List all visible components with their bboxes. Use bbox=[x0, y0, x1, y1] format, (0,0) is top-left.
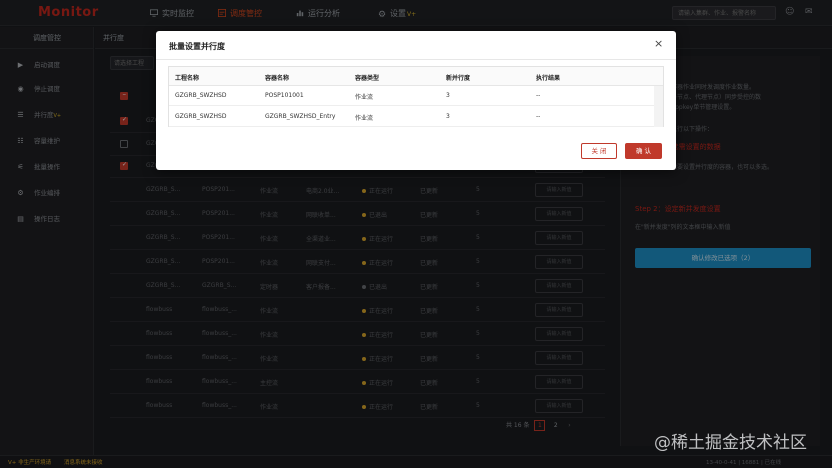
dialog-table: 工程名称 容器名称 容器类型 新并行度 执行结果 GZGRB_SWZHSD PO… bbox=[168, 66, 664, 127]
table-scrollbar[interactable] bbox=[654, 86, 663, 127]
table-row: GZGRB_SWZHSD GZGRB_SWZHSD_Entry 作业流 3 -- bbox=[169, 107, 663, 127]
table-cell: 作业流 bbox=[355, 94, 374, 101]
table-row: GZGRB_SWZHSD POSP101001 作业流 3 -- bbox=[169, 86, 663, 106]
close-icon[interactable]: × bbox=[654, 38, 663, 50]
column-header: 新并行度 bbox=[446, 75, 471, 82]
dialog-title: 批量设置并行度 bbox=[169, 42, 225, 51]
column-header: 容器名称 bbox=[265, 75, 290, 82]
table-cell: -- bbox=[536, 92, 541, 99]
table-cell: -- bbox=[536, 113, 541, 120]
table-cell: 3 bbox=[446, 113, 450, 120]
confirm-button[interactable]: 确 认 bbox=[625, 143, 662, 159]
column-header: 容器类型 bbox=[355, 75, 380, 82]
watermark: @稀土掘金技术社区 bbox=[654, 433, 807, 453]
column-header: 执行结果 bbox=[536, 75, 561, 82]
table-cell: 3 bbox=[446, 92, 450, 99]
close-button[interactable]: 关 闭 bbox=[581, 143, 617, 159]
batch-parallelism-dialog: 批量设置并行度 × 工程名称 容器名称 容器类型 新并行度 执行结果 GZGRB… bbox=[156, 31, 676, 170]
table-cell: GZGRB_SWZHSD bbox=[175, 113, 227, 120]
table-header: 工程名称 容器名称 容器类型 新并行度 执行结果 bbox=[169, 67, 663, 86]
divider bbox=[156, 59, 676, 60]
column-header: 工程名称 bbox=[175, 75, 200, 82]
table-cell: 作业流 bbox=[355, 115, 374, 122]
table-cell: GZGRB_SWZHSD_Entry bbox=[265, 113, 336, 120]
table-cell: GZGRB_SWZHSD bbox=[175, 92, 227, 99]
table-cell: POSP101001 bbox=[265, 92, 304, 99]
